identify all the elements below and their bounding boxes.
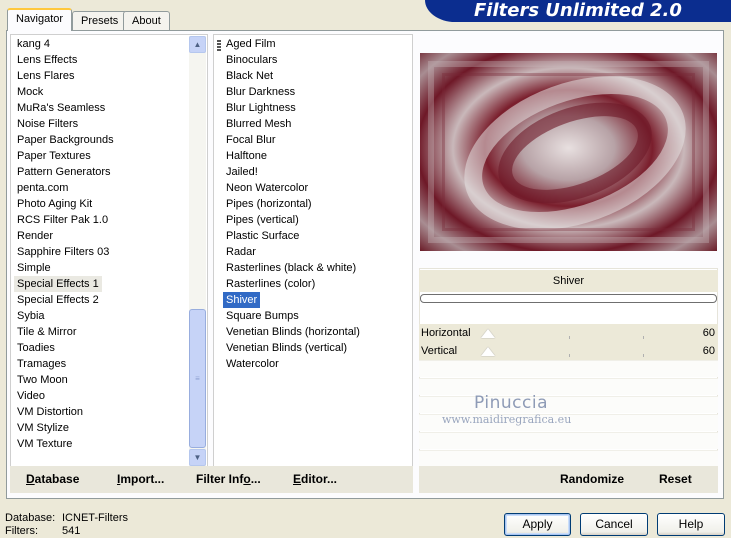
list-item[interactable]: Special Effects 2 xyxy=(14,292,102,308)
list-item[interactable]: VM Stylize xyxy=(14,420,72,436)
list-item[interactable]: Rasterlines (black & white) xyxy=(223,260,359,276)
right-action-bar: Randomize Reset xyxy=(419,466,718,493)
list-item[interactable]: Tramages xyxy=(14,356,69,372)
list-item[interactable]: VM Distortion xyxy=(14,404,86,420)
list-item[interactable]: Video xyxy=(14,388,48,404)
list-item[interactable]: Render xyxy=(14,228,56,244)
list-item[interactable]: Watercolor xyxy=(223,356,282,372)
randomize-button[interactable]: Randomize xyxy=(560,466,624,493)
empty-control-row xyxy=(419,360,718,377)
slider-thumb[interactable] xyxy=(481,347,495,356)
list-item[interactable]: Plastic Surface xyxy=(223,228,302,244)
filters-label: Filters: xyxy=(5,525,38,537)
progress-bar xyxy=(420,294,717,303)
list-item[interactable]: RCS Filter Pak 1.0 xyxy=(14,212,111,228)
list-item[interactable]: Tile & Mirror xyxy=(14,324,79,340)
list-item[interactable]: Venetian Blinds (horizontal) xyxy=(223,324,363,340)
tab-presets[interactable]: Presets xyxy=(72,11,128,31)
scroll-up-button[interactable]: ▲ xyxy=(189,36,206,53)
list-item[interactable]: Jailed! xyxy=(223,164,261,180)
filters-info: Filters: 541 xyxy=(5,525,80,538)
cancel-button[interactable]: Cancel xyxy=(580,513,648,536)
database-value: ICNET-Filters xyxy=(62,512,128,524)
list-item[interactable]: Special Effects 1 xyxy=(14,276,102,292)
list-item[interactable]: Blur Darkness xyxy=(223,84,298,100)
list-item[interactable]: Sybia xyxy=(14,308,48,324)
import-button[interactable]: Import... xyxy=(117,466,164,493)
empty-control-row xyxy=(419,396,718,413)
list-item[interactable]: Blurred Mesh xyxy=(223,116,294,132)
slider-value: 60 xyxy=(702,327,715,339)
preview-image xyxy=(420,53,717,251)
apply-button[interactable]: Apply xyxy=(504,513,571,536)
help-button[interactable]: Help xyxy=(657,513,725,536)
watermark-name: Pinuccia xyxy=(474,393,548,413)
list-item[interactable]: Simple xyxy=(14,260,54,276)
slider-label: Vertical xyxy=(421,345,458,357)
slider-label: Horizontal xyxy=(421,327,471,339)
list-item[interactable]: Halftone xyxy=(223,148,270,164)
app-title: Filters Unlimited 2.0 xyxy=(474,0,682,21)
list-item[interactable]: Rasterlines (color) xyxy=(223,276,318,292)
tab-navigator[interactable]: Navigator xyxy=(7,8,73,31)
database-label: Database: xyxy=(5,512,56,524)
editor-button[interactable]: Editor... xyxy=(293,466,337,493)
filter-info-button[interactable]: Filter Info... xyxy=(196,466,261,493)
list-item[interactable]: VM Texture xyxy=(14,436,75,452)
list-item[interactable]: MuRa's Seamless xyxy=(14,100,108,116)
category-list[interactable]: kang 4 Lens Effects Lens Flares Mock MuRa's … xyxy=(10,34,208,468)
database-button[interactable]: Database xyxy=(26,466,79,493)
tab-about[interactable]: About xyxy=(123,11,170,31)
list-item[interactable]: Pattern Generators xyxy=(14,164,114,180)
empty-control-row xyxy=(419,432,718,449)
selected-filter-name: Shiver xyxy=(419,270,718,292)
scroll-thumb[interactable]: ≡ xyxy=(189,309,206,448)
empty-control-row xyxy=(419,450,718,466)
list-item[interactable]: Neon Watercolor xyxy=(223,180,311,196)
list-item[interactable]: Mock xyxy=(14,84,46,100)
list-item[interactable]: Radar xyxy=(223,244,259,260)
filter-list[interactable]: Aged Film Binoculars Black Net Blur Darknes… xyxy=(213,34,413,468)
list-item[interactable]: Noise Filters xyxy=(14,116,81,132)
list-item[interactable]: Paper Textures xyxy=(14,148,94,164)
list-item[interactable]: Square Bumps xyxy=(223,308,302,324)
list-item[interactable]: Pipes (vertical) xyxy=(223,212,302,228)
list-item[interactable]: Venetian Blinds (vertical) xyxy=(223,340,350,356)
list-item[interactable]: Binoculars xyxy=(223,52,280,68)
filters-count: 541 xyxy=(62,525,81,537)
list-item[interactable]: Toadies xyxy=(14,340,58,356)
list-item[interactable]: Paper Backgrounds xyxy=(14,132,117,148)
database-info: Database: ICNET-Filters xyxy=(5,512,128,525)
slider-horizontal[interactable]: Horizontal 60 xyxy=(419,324,718,342)
list-marker-icon xyxy=(217,40,221,51)
empty-control-row xyxy=(419,378,718,395)
list-item[interactable]: Black Net xyxy=(223,68,276,84)
watermark-url: www.maidiregrafica.eu xyxy=(442,413,572,426)
list-item[interactable]: Sapphire Filters 03 xyxy=(14,244,112,260)
list-item[interactable]: Lens Flares xyxy=(14,68,77,84)
slider-thumb[interactable] xyxy=(481,329,495,338)
category-scrollbar[interactable]: ▲ ≡ ▼ xyxy=(189,36,206,466)
list-item[interactable]: Two Moon xyxy=(14,372,71,388)
list-item[interactable]: Aged Film xyxy=(223,36,279,52)
list-item[interactable]: Pipes (horizontal) xyxy=(223,196,315,212)
scroll-down-button[interactable]: ▼ xyxy=(189,449,206,466)
list-item[interactable]: Photo Aging Kit xyxy=(14,196,95,212)
reset-button[interactable]: Reset xyxy=(659,466,692,493)
slider-vertical[interactable]: Vertical 60 xyxy=(419,342,718,360)
list-item[interactable]: penta.com xyxy=(14,180,71,196)
list-item[interactable]: Blur Lightness xyxy=(223,100,299,116)
slider-value: 60 xyxy=(702,345,715,357)
list-item[interactable]: Shiver xyxy=(223,292,261,308)
list-item[interactable]: Focal Blur xyxy=(223,132,279,148)
list-item[interactable]: kang 4 xyxy=(14,36,53,52)
list-item[interactable]: Lens Effects xyxy=(14,52,80,68)
left-action-bar: Database Import... Filter Info... Editor… xyxy=(10,466,413,493)
